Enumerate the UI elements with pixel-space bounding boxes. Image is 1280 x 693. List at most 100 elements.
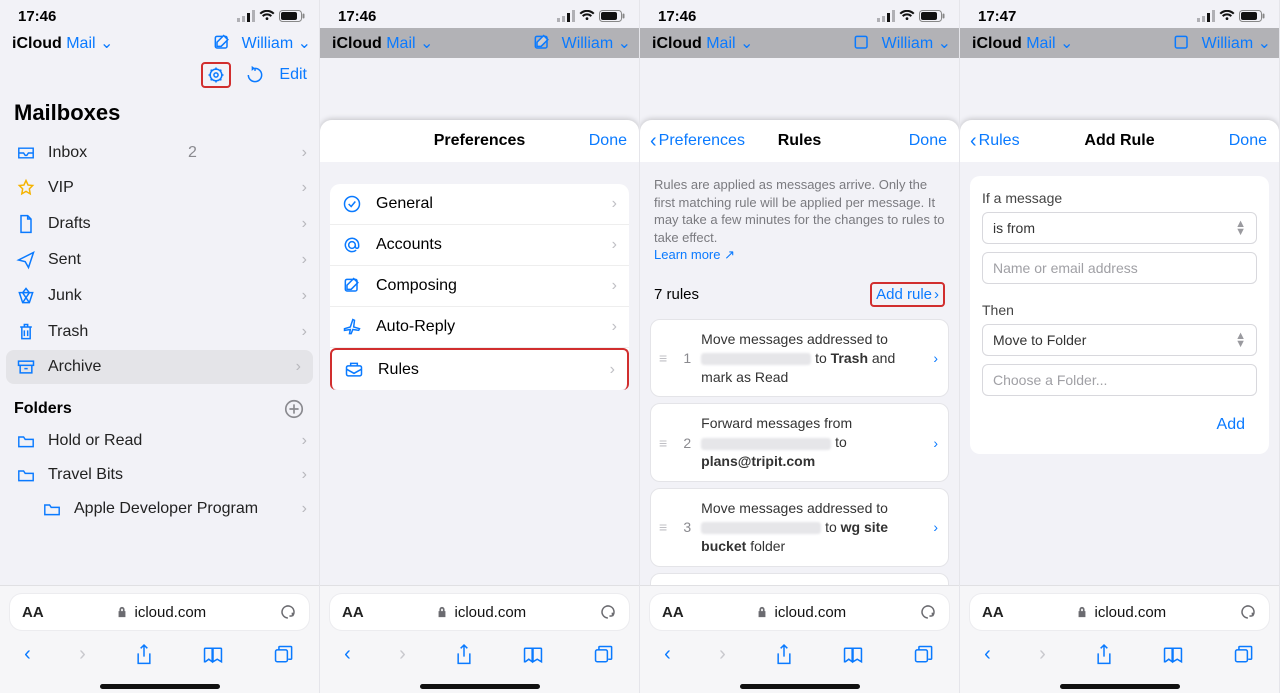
vip-row[interactable]: VIP › xyxy=(0,170,319,206)
done-button[interactable]: Done xyxy=(1229,132,1267,150)
folder-icon xyxy=(42,501,62,517)
mailboxes-heading: Mailboxes xyxy=(0,94,319,136)
url-bar[interactable]: AA icloud.com xyxy=(970,594,1269,630)
status-indicators xyxy=(237,10,305,22)
star-icon xyxy=(16,178,36,198)
folder-travel-bits[interactable]: Travel Bits › xyxy=(0,458,319,492)
add-folder-icon[interactable] xyxy=(283,398,305,420)
home-indicator[interactable] xyxy=(420,684,540,689)
add-rule-button[interactable]: Add rule › xyxy=(876,286,939,303)
rule-form: If a message is from▲▼ Name or email add… xyxy=(970,176,1269,454)
rule-3[interactable]: ≡3 Move messages addressed to to wg site… xyxy=(650,488,949,567)
compose-icon[interactable] xyxy=(212,33,232,53)
cellular-icon xyxy=(237,10,255,22)
icloud-header: iCloud Mail ⌄ William ⌄ xyxy=(0,28,319,58)
sent-row[interactable]: Sent › xyxy=(0,242,319,278)
action-select[interactable]: Move to Folder▲▼ xyxy=(982,324,1257,356)
share-icon[interactable] xyxy=(454,643,474,667)
rules-count: 7 rules xyxy=(654,286,699,303)
done-button[interactable]: Done xyxy=(909,132,947,150)
chevron-right-icon: › xyxy=(296,358,301,376)
back-icon[interactable]: ‹ xyxy=(24,643,31,666)
airplane-icon xyxy=(342,317,362,337)
drag-handle-icon[interactable]: ≡ xyxy=(659,350,667,366)
inbox-icon xyxy=(16,145,36,161)
reload-icon[interactable] xyxy=(599,603,617,621)
url-bar[interactable]: AA icloud.com xyxy=(10,594,309,630)
paperplane-icon xyxy=(16,250,36,270)
back-rules[interactable]: ‹Rules xyxy=(970,130,1020,153)
at-icon xyxy=(342,235,362,255)
compose-icon xyxy=(342,276,362,296)
trash-icon xyxy=(16,322,36,342)
pref-accounts[interactable]: Accounts› xyxy=(330,225,629,266)
add-button[interactable]: Add xyxy=(982,410,1257,440)
archive-icon xyxy=(16,358,36,376)
pref-general[interactable]: General› xyxy=(330,184,629,225)
home-indicator[interactable] xyxy=(100,684,220,689)
condition-select[interactable]: is from▲▼ xyxy=(982,212,1257,244)
chevron-right-icon: › xyxy=(302,287,307,305)
chevron-right-icon: › xyxy=(302,323,307,341)
sheet-header: Preferences Done xyxy=(320,120,639,162)
back-preferences[interactable]: ‹Preferences xyxy=(650,130,745,153)
url-bar[interactable]: AA icloud.com xyxy=(330,594,629,630)
drafts-row[interactable]: Drafts › xyxy=(0,206,319,242)
done-button[interactable]: Done xyxy=(589,132,627,150)
chevron-right-icon: › xyxy=(302,500,307,518)
rules-icon xyxy=(344,360,364,380)
edit-button[interactable]: Edit xyxy=(279,66,307,84)
pref-rules[interactable]: Rules› xyxy=(330,348,629,390)
url-bar[interactable]: AA icloud.com xyxy=(650,594,949,630)
chevron-right-icon: › xyxy=(302,251,307,269)
chevron-right-icon: › xyxy=(302,144,307,162)
trash-row[interactable]: Trash › xyxy=(0,314,319,350)
check-circle-icon xyxy=(342,194,362,214)
forward-icon[interactable]: › xyxy=(79,643,86,666)
safari-bar: AA icloud.com ‹ › xyxy=(0,585,319,693)
tabs-icon[interactable] xyxy=(593,644,615,666)
learn-more-link[interactable]: Learn more ↗ xyxy=(654,247,735,262)
status-bar: 17:46 xyxy=(640,0,959,28)
folder-select[interactable]: Choose a Folder... xyxy=(982,364,1257,396)
rules-title: Rules xyxy=(778,132,822,150)
rule-1[interactable]: ≡ 1 Move messages addressed to to Trash … xyxy=(650,319,949,398)
preferences-title: Preferences xyxy=(434,132,526,150)
reload-icon[interactable] xyxy=(279,603,297,621)
pref-autoreply[interactable]: Auto-Reply› xyxy=(330,307,629,348)
brand[interactable]: iCloud Mail ⌄ xyxy=(12,33,113,53)
user-menu[interactable]: William ⌄ xyxy=(242,33,311,53)
junk-icon xyxy=(16,286,36,306)
bookmarks-icon[interactable] xyxy=(202,645,224,665)
chevron-right-icon: › xyxy=(302,215,307,233)
tabs-icon[interactable] xyxy=(273,644,295,666)
chevron-right-icon: › xyxy=(933,350,938,366)
lock-icon xyxy=(116,605,128,619)
inbox-row[interactable]: Inbox 2 › xyxy=(0,136,319,170)
archive-row[interactable]: Archive › xyxy=(6,350,313,384)
text-size-button[interactable]: AA xyxy=(22,604,44,621)
chevron-right-icon: › xyxy=(302,432,307,450)
settings-highlight xyxy=(201,62,231,88)
add-rule-highlight: Add rule › xyxy=(870,282,945,307)
gear-icon[interactable] xyxy=(206,65,226,85)
reload-icon[interactable] xyxy=(919,603,937,621)
rules-description: Rules are applied as messages arrive. On… xyxy=(640,162,959,268)
bookmarks-icon[interactable] xyxy=(522,645,544,665)
share-icon[interactable] xyxy=(134,643,154,667)
folder-hold-or-read[interactable]: Hold or Read › xyxy=(0,424,319,458)
rule-2[interactable]: ≡2 Forward messages from to plans@tripit… xyxy=(650,403,949,482)
pref-composing[interactable]: Composing› xyxy=(330,266,629,307)
inbox-count: 2 xyxy=(188,144,197,162)
stepper-icon: ▲▼ xyxy=(1235,220,1246,236)
junk-row[interactable]: Junk › xyxy=(0,278,319,314)
refresh-icon[interactable] xyxy=(245,65,265,85)
back-icon[interactable]: ‹ xyxy=(344,643,351,666)
folder-apple-dev[interactable]: Apple Developer Program › xyxy=(0,492,319,526)
status-bar: 17:46 xyxy=(320,0,639,28)
then-label: Then xyxy=(982,302,1257,318)
document-icon xyxy=(16,214,36,234)
forward-icon[interactable]: › xyxy=(399,643,406,666)
status-bar: 17:47 xyxy=(960,0,1279,28)
address-input[interactable]: Name or email address xyxy=(982,252,1257,284)
